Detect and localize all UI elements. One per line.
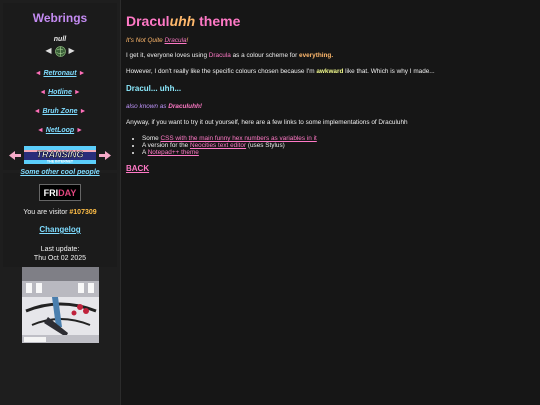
prev-arrow-icon[interactable]: ◄ — [39, 89, 46, 96]
p2-text-a: However, I don't really like the specifi… — [126, 68, 317, 75]
prev-arrow-icon[interactable]: ◄ — [35, 70, 42, 77]
triangle-right-icon[interactable]: ▶ — [69, 47, 75, 55]
webrings-panel: Webrings null ◀ ▶ ◄ Retronaut ► ◄ Hotlin… — [3, 3, 117, 176]
title-prefix: Dracul — [126, 13, 170, 29]
page-subtitle: It's Not Quite Dracula! — [126, 37, 534, 45]
subtitle-prefix: It's Not Quite — [126, 37, 165, 44]
webring-label[interactable]: Retronaut — [43, 70, 76, 77]
title-suffix: theme — [195, 13, 241, 29]
arrow-right-icon[interactable] — [99, 150, 111, 160]
section-heading: Dracul... uhh... — [126, 84, 182, 93]
p1-everything: everything. — [299, 52, 334, 59]
webring-label[interactable]: Hotline — [48, 89, 72, 96]
p1-text-b: as a colour scheme for — [230, 52, 300, 59]
last-update-date: Thu Oct 02 2025 — [33, 255, 87, 262]
webring-retronaut[interactable]: ◄ Retronaut ► — [3, 70, 117, 77]
changelog-link[interactable]: Changelog — [3, 225, 117, 234]
implementation-links: Some CSS with the main funny hex numbers… — [126, 135, 534, 156]
aka-line: also known as Draculuhh! — [126, 103, 534, 111]
visitor-counter: You are visitor #107309 — [3, 209, 117, 216]
notepad-theme-link[interactable]: Notepad++ theme — [148, 149, 199, 156]
webring-label[interactable]: Bruh Zone — [43, 108, 78, 115]
next-arrow-icon[interactable]: ► — [76, 127, 83, 134]
prev-arrow-icon[interactable]: ◄ — [34, 108, 41, 115]
friday-fri: FRI — [43, 187, 59, 198]
p1-text-a: I get it, everyone loves using — [126, 52, 209, 59]
aka-prefix: also known as — [126, 103, 169, 110]
prev-arrow-icon[interactable]: ◄ — [37, 127, 44, 134]
webring-netloop[interactable]: ◄ NetLoop ► — [3, 127, 117, 134]
sidebar: Webrings null ◀ ▶ ◄ Retronaut ► ◄ Hotlin… — [0, 0, 121, 405]
css-variables-link[interactable]: CSS with the main funny hex numbers as v… — [160, 135, 316, 142]
link-suffix: (uses Stylus) — [246, 142, 285, 149]
webring-label[interactable]: NetLoop — [46, 127, 74, 134]
triangle-left-icon[interactable]: ◀ — [45, 47, 51, 55]
globe-icon[interactable] — [54, 45, 66, 57]
transing-banner-text-1: TRANSING — [37, 150, 84, 160]
transing-the-internet-banner[interactable]: TRANSING THE INTERNET — [24, 146, 96, 164]
friday-day: DAY — [58, 187, 77, 198]
title-uhh: uhh — [169, 13, 196, 29]
p2-awkward: awkward — [316, 68, 344, 75]
visitor-number: #107309 — [69, 209, 97, 216]
link-prefix: Some — [142, 135, 161, 142]
however-paragraph: However, I don't really like the specifi… — [126, 68, 534, 76]
vaporwave-art-image — [22, 267, 99, 343]
list-item: Some CSS with the main funny hex numbers… — [142, 135, 534, 142]
main-content: Draculuhh theme It's Not Quite Dracula! … — [126, 0, 534, 173]
null-ring-label: null — [53, 36, 67, 43]
p1-dracula: Dracula — [208, 52, 231, 59]
visitor-prefix: You are visitor — [23, 209, 68, 216]
last-update-label: Last update: — [40, 246, 80, 253]
friday-badge: FRI DAY — [39, 184, 81, 201]
subtitle-suffix: ! — [186, 37, 189, 44]
null-ring-nav: ◀ ▶ — [3, 44, 117, 58]
webring-bruh-zone[interactable]: ◄ Bruh Zone ► — [3, 108, 117, 115]
link-prefix: A version for the — [142, 142, 190, 149]
p2-text-b: like that. Which is why I made... — [343, 68, 435, 75]
list-item: A Notepad++ theme — [142, 149, 534, 156]
last-update: Last update: Thu Oct 02 2025 — [3, 245, 117, 263]
dracula-link[interactable]: Dracula — [165, 37, 187, 44]
webring-hotline[interactable]: ◄ Hotline ► — [3, 89, 117, 96]
aka-name: Draculuhh! — [168, 103, 203, 110]
intro-paragraph: I get it, everyone loves using Dracula a… — [126, 52, 534, 60]
neocities-editor-link[interactable]: Neocities text editor — [190, 142, 246, 149]
main-back-link[interactable]: BACK — [126, 165, 534, 173]
next-arrow-icon[interactable]: ► — [78, 70, 85, 77]
arrow-left-icon[interactable] — [9, 150, 21, 160]
next-arrow-icon[interactable]: ► — [79, 108, 86, 115]
webrings-title: Webrings — [32, 11, 88, 25]
cool-people-link[interactable]: Some other cool people — [3, 169, 117, 176]
page-title: Draculuhh theme — [126, 13, 534, 29]
links-intro-paragraph: Anyway, if you want to try it out yourse… — [126, 119, 408, 126]
list-item: A version for the Neocities text editor … — [142, 142, 534, 149]
transing-banner-text-2: THE INTERNET — [47, 160, 74, 164]
next-arrow-icon[interactable]: ► — [74, 89, 81, 96]
transing-webring: TRANSING THE INTERNET — [3, 146, 117, 164]
info-panel: FRI DAY You are visitor #107309 Changelog… — [3, 173, 117, 280]
